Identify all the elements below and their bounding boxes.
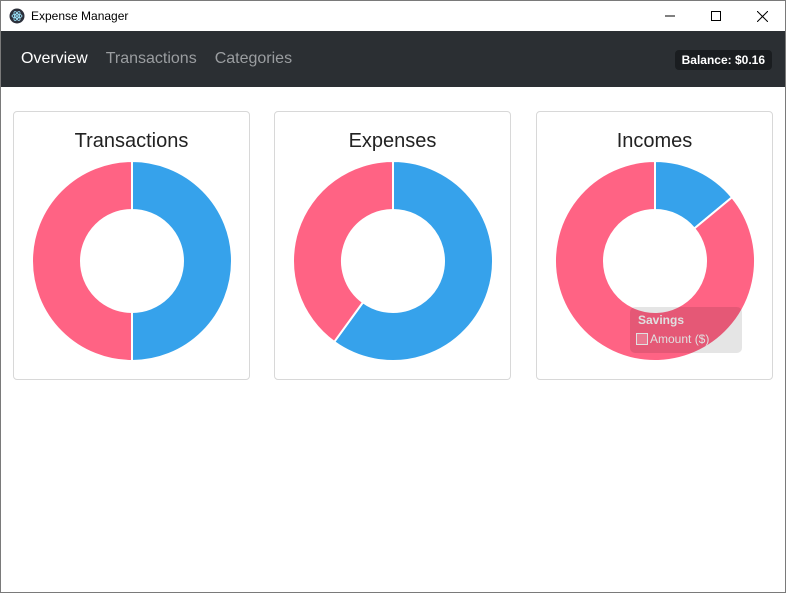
close-icon: [756, 10, 768, 22]
nav-link-overview[interactable]: Overview: [21, 50, 88, 68]
incomes-card: Incomes Savings Amount ($): [536, 111, 773, 380]
tooltip-label: Amount ($): [650, 332, 710, 346]
blue-segment[interactable]: [131, 160, 233, 362]
transactions-card: Transactions: [13, 111, 250, 380]
nav-link-transactions[interactable]: Transactions: [106, 50, 197, 68]
incomes-card-title: Incomes: [616, 130, 693, 152]
window-controls: [647, 1, 785, 31]
window-title: Expense Manager: [31, 9, 129, 23]
expenses-card-title: Expenses: [348, 130, 437, 152]
minimize-button[interactable]: [647, 1, 693, 31]
transactions-donut-chart[interactable]: [31, 160, 233, 362]
maximize-icon: [711, 11, 721, 21]
expenses-donut-chart[interactable]: [292, 160, 494, 362]
app-window: Expense Manager Overview Transactions Ca…: [0, 0, 786, 593]
chart-cards: Transactions Expenses Incomes Savings Am…: [13, 111, 775, 381]
balance-badge: Balance: $0.16: [674, 50, 772, 70]
pink-segment[interactable]: [31, 160, 133, 362]
nav-link-categories[interactable]: Categories: [215, 50, 292, 68]
close-button[interactable]: [739, 1, 785, 31]
title-bar[interactable]: Expense Manager: [1, 1, 785, 31]
maximize-button[interactable]: [693, 1, 739, 31]
expenses-card: Expenses: [274, 111, 511, 380]
tooltip-legend-swatch: [636, 333, 648, 345]
minimize-icon: [665, 15, 675, 17]
electron-atom-icon: [9, 8, 25, 24]
chart-tooltip: Savings Amount ($): [630, 307, 742, 353]
top-navbar: Overview Transactions Categories Balance…: [1, 31, 785, 87]
tooltip-title: Savings: [638, 313, 685, 327]
transactions-card-title: Transactions: [74, 130, 189, 152]
